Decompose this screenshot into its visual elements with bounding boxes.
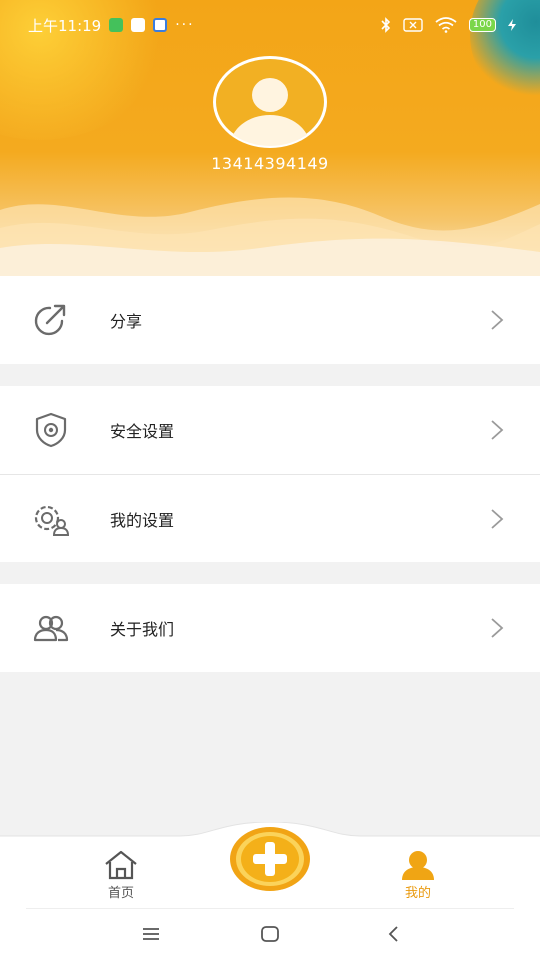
no-sim-icon	[403, 18, 423, 32]
tab-home-label: 首页	[107, 886, 134, 901]
chevron-right-icon	[491, 618, 504, 638]
menu-item-security[interactable]: 安全设置	[0, 386, 540, 474]
menu-item-my-settings[interactable]: 我的设置	[0, 474, 540, 562]
chevron-right-icon	[491, 310, 504, 330]
wechat-notification-icon	[109, 18, 124, 32]
avatar[interactable]	[211, 55, 329, 149]
menu-group-share: 分享	[0, 276, 540, 364]
tab-home[interactable]: 首页	[81, 850, 161, 901]
status-time: 上午11:19	[28, 16, 102, 35]
more-notifications-icon: ···	[175, 17, 195, 33]
profile-header: 上午11:19 ··· 100 13414394149	[0, 0, 540, 276]
tab-mine-label: 我的	[404, 886, 431, 901]
user-phone-number: 13414394149	[211, 154, 329, 173]
about-us-icon	[33, 615, 69, 642]
chevron-right-icon	[491, 420, 504, 440]
charging-icon	[508, 19, 516, 31]
menu-label-my-settings: 我的设置	[110, 510, 175, 530]
home-button-icon[interactable]	[258, 924, 282, 944]
tab-mine[interactable]: 我的	[378, 850, 458, 901]
chevron-right-icon	[491, 508, 504, 529]
user-settings-icon	[34, 505, 70, 536]
divider	[26, 908, 514, 909]
header-waves-decoration	[0, 197, 540, 276]
menu-icon[interactable]	[139, 924, 163, 944]
menu-group-about: 关于我们	[0, 584, 540, 672]
app-notification-icon	[131, 18, 146, 32]
add-button[interactable]	[229, 826, 311, 892]
system-navigation-bar	[0, 908, 540, 960]
menu-label-about: 关于我们	[110, 620, 175, 639]
share-icon	[34, 304, 66, 336]
battery-indicator: 100	[468, 18, 496, 32]
home-icon	[105, 850, 137, 880]
person-icon	[402, 851, 434, 880]
bluetooth-icon	[381, 17, 391, 33]
menu-label-share: 分享	[110, 312, 143, 331]
menu-label-security: 安全设置	[110, 422, 175, 441]
menu-group-settings: 安全设置 我的设置	[0, 386, 540, 562]
menu-item-share[interactable]: 分享	[0, 276, 540, 364]
back-icon[interactable]	[382, 924, 406, 944]
shield-icon	[35, 412, 67, 448]
status-bar: 上午11:19 ··· 100	[0, 0, 540, 50]
wifi-icon	[435, 17, 457, 33]
baidu-notification-icon	[153, 18, 168, 32]
menu-item-about[interactable]: 关于我们	[0, 584, 540, 672]
